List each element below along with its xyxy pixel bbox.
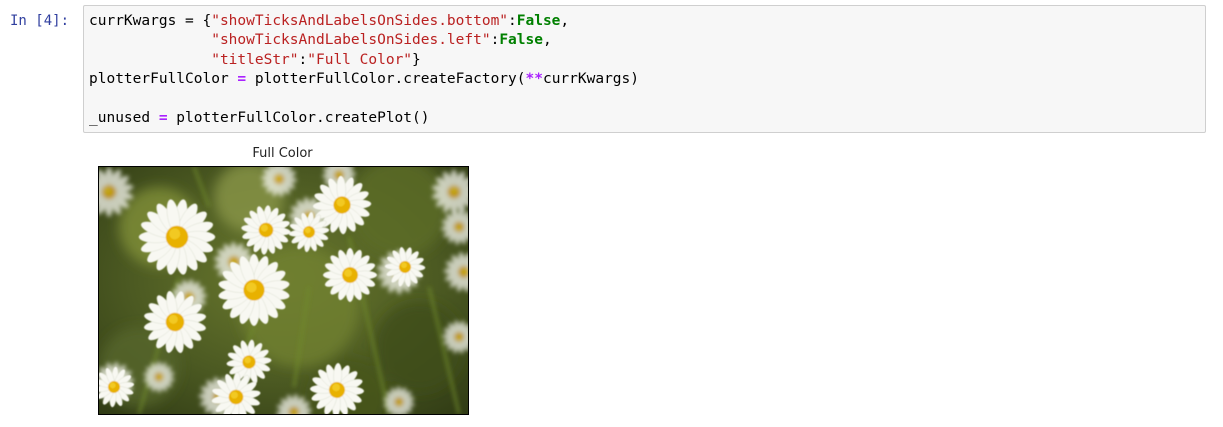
code-line-2: "showTicksAndLabelsOnSides.left":False, [89,31,639,50]
code-operator: = [158,109,168,126]
code-token: , [542,32,552,49]
plot-axes [98,166,469,415]
code-line-6: _unused = plotterFullColor.createPlot() [89,109,639,128]
code-token: : [508,13,517,29]
code-token: plotterFullColor [89,71,238,88]
code-string: "showTicksAndLabelsOnSides.bottom" [211,13,509,29]
code-string: "showTicksAndLabelsOnSides.left" [211,32,491,49]
code-line-4: plotterFullColor = plotterFullColor.crea… [89,70,639,89]
code-token: : [298,51,308,68]
code-token: currKwargs) [542,71,639,88]
code-line-1: currKwargs = {"showTicksAndLabelsOnSides… [89,12,639,31]
code-token: , [560,13,570,29]
code-operator: ** [525,71,543,88]
code-token: plotterFullColor.createPlot() [167,109,430,126]
code-string: "titleStr" [211,51,299,68]
code-cell[interactable]: currKwargs = {"showTicksAndLabelsOnSides… [83,5,1206,133]
code-operator: = [237,71,247,88]
code-token: } [412,51,421,68]
figure-title: Full Color [252,146,313,161]
code-token: : [490,32,500,49]
daisy-flower [322,247,378,303]
code-editor[interactable]: currKwargs = {"showTicksAndLabelsOnSides… [89,12,639,128]
code-token: _unused [89,109,159,126]
input-prompt: In [4]: [10,13,70,29]
code-string: "Full Color" [307,51,413,68]
code-line-3: "titleStr":"Full Color"} [89,51,639,70]
flower-photo [99,167,468,414]
code-keyword: False [499,32,543,49]
code-keyword: False [516,13,561,29]
code-token: plotterFullColor.createFactory( [246,71,526,88]
cell-output: Full Color [83,140,503,425]
code-token: currKwargs = { [89,13,212,29]
